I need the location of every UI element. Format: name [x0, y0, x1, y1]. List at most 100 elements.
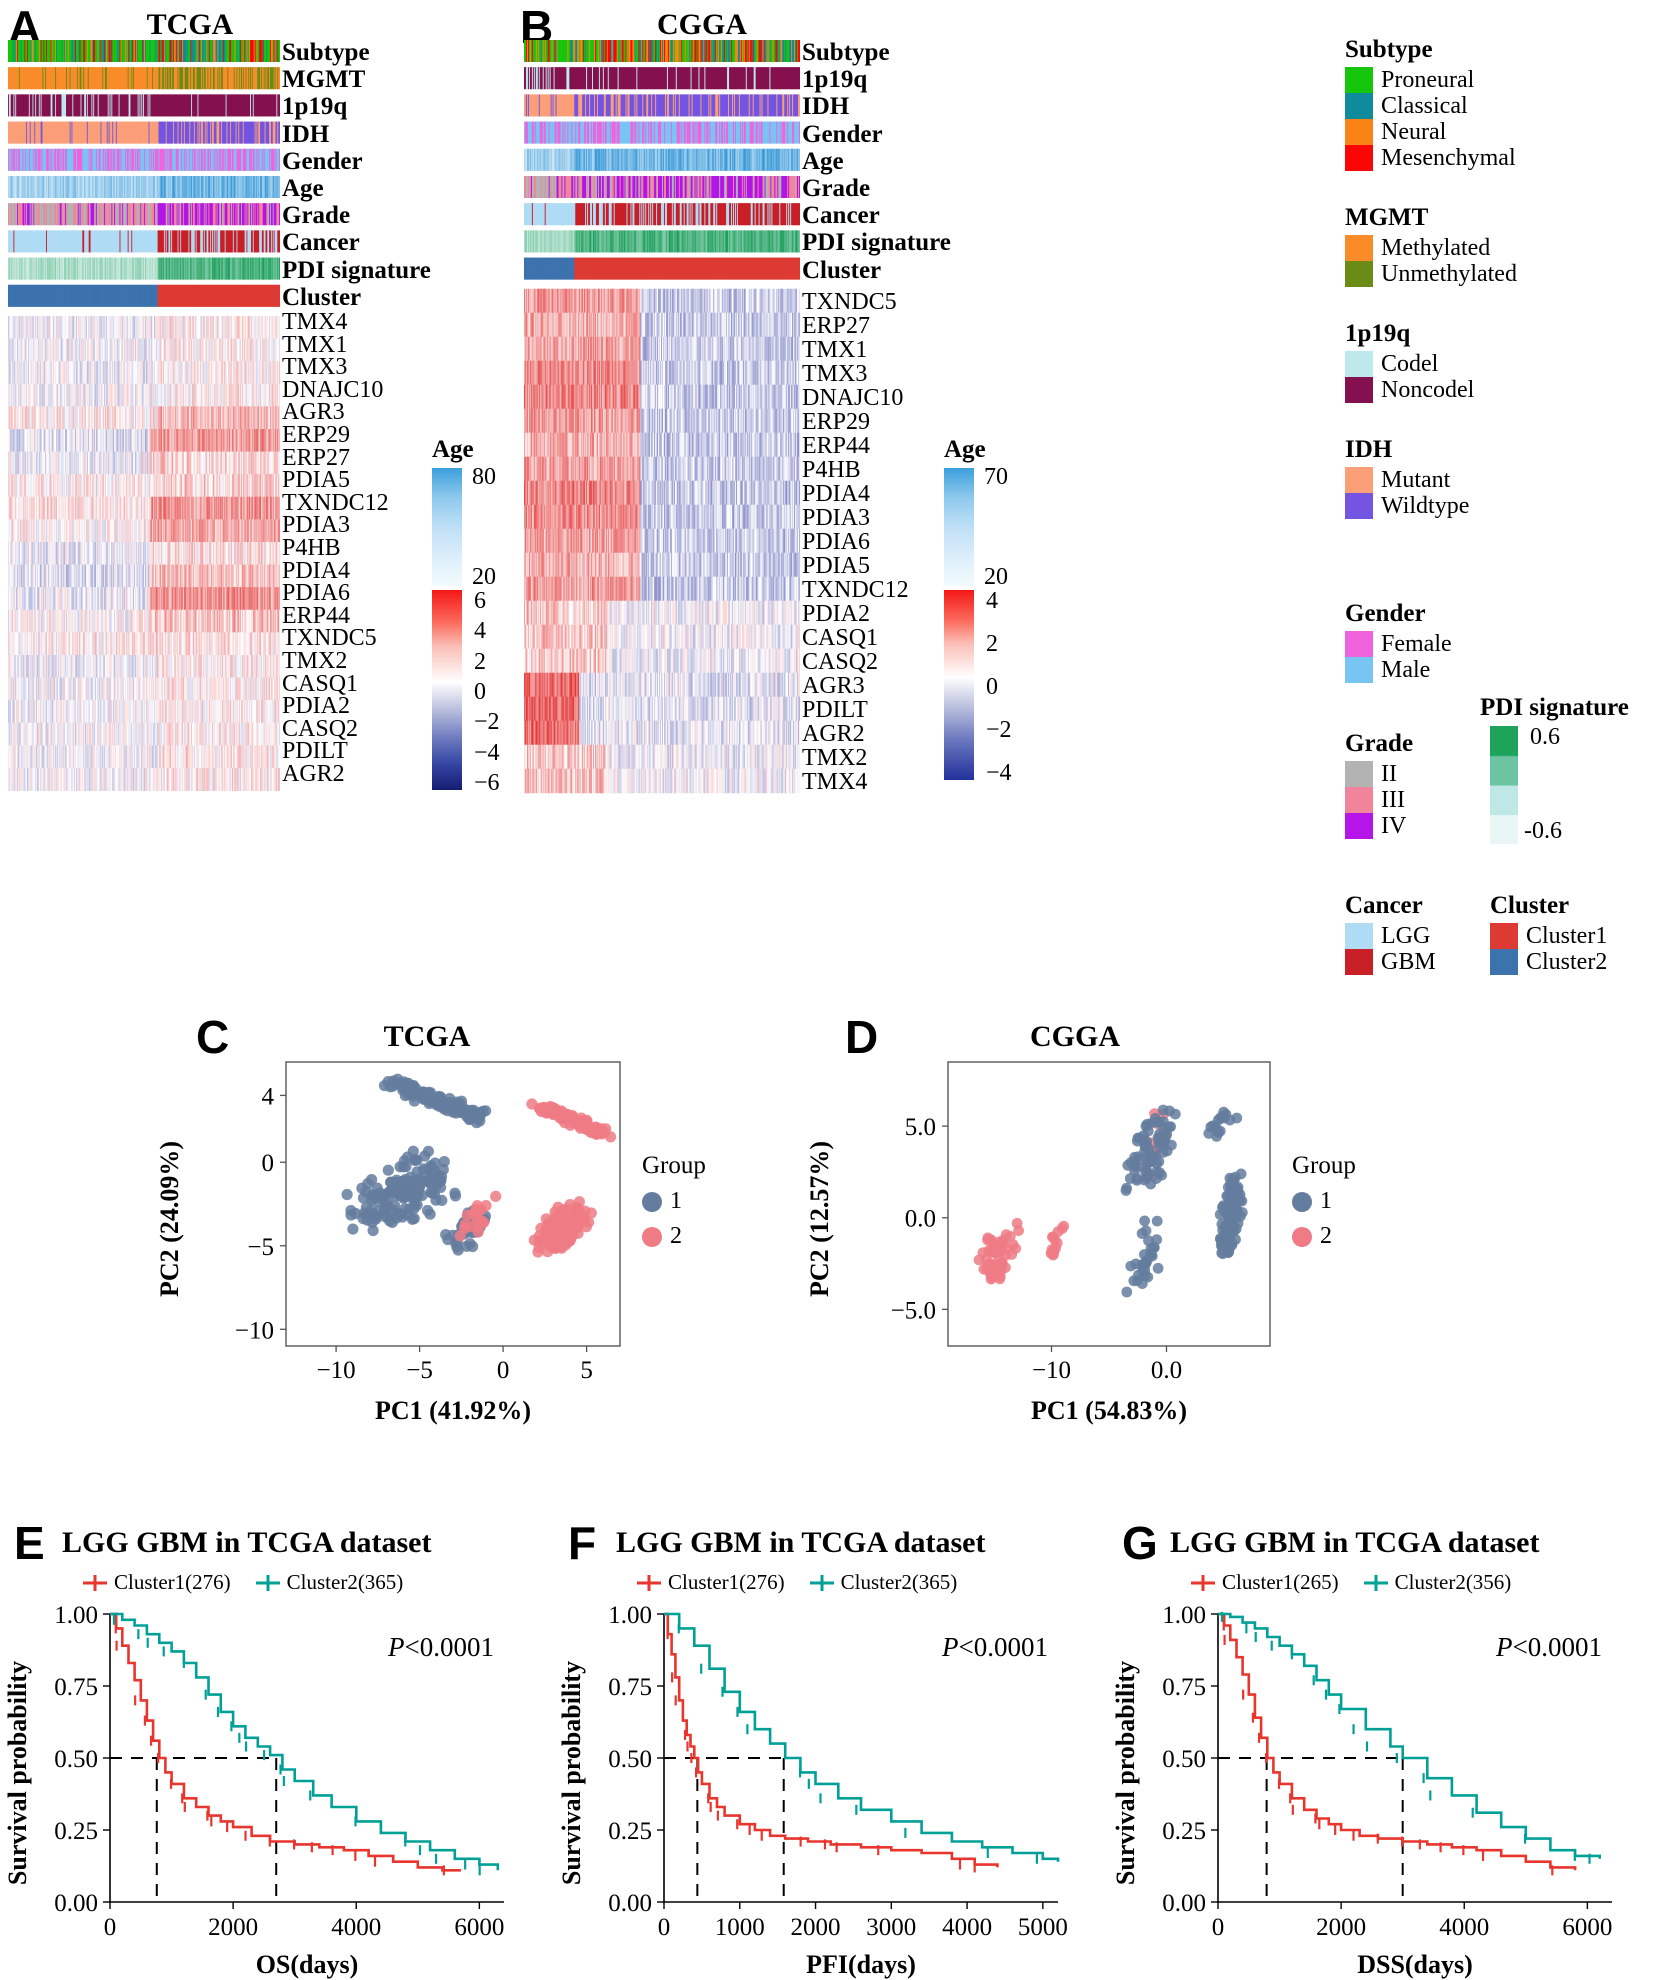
legend-pdi-signature: PDI signature 0.6 -0.6: [1490, 726, 1588, 844]
annotation-label: PDI signature: [802, 230, 951, 255]
gene-label: TMX1: [802, 338, 867, 362]
km-x-axis-label: DSS(days): [1218, 1950, 1612, 1980]
expression-tick: −6: [474, 770, 500, 797]
tcga-age-min: 20: [472, 564, 496, 591]
legend-item-label: Female: [1381, 632, 1452, 656]
km-legend-label: Cluster2(365): [287, 1570, 404, 1595]
legend-item: Mutant: [1345, 467, 1469, 493]
cgga-expression-legend: 420−2−4: [944, 590, 1044, 780]
legend-pdi-max: 0.6: [1530, 724, 1560, 751]
heatmap-canvas: [8, 40, 280, 793]
annotation-label: Cluster: [802, 258, 881, 283]
gene-label: PDIA3: [282, 513, 350, 537]
legend-item: Mesenchymal: [1345, 145, 1516, 171]
legend-item-label: Codel: [1381, 352, 1438, 376]
legend-item-label: Unmethylated: [1381, 262, 1517, 286]
km-x-axis-label: OS(days): [110, 1950, 504, 1980]
km-legend-label: Cluster1(276): [668, 1570, 785, 1595]
gene-label: TMX1: [282, 333, 347, 357]
legend-item: Wildtype: [1345, 493, 1469, 519]
legend-item: III: [1345, 787, 1413, 813]
legend-item: II: [1345, 761, 1413, 787]
gene-label: AGR3: [282, 400, 345, 424]
km-legend-item: Cluster2(365): [809, 1570, 958, 1595]
gene-label: CASQ2: [282, 717, 358, 741]
legend-swatch-icon: [1345, 813, 1373, 839]
km-legend-marker-icon: [809, 1573, 835, 1593]
pca-group-legend-item: 1: [1292, 1188, 1356, 1215]
legend-swatch-icon: [1345, 923, 1373, 949]
legend-swatch-icon: [1490, 949, 1518, 975]
pca-plot-cgga: −100.0−5.00.05.0PC2 (12.57%)PC1 (54.83%)…: [830, 1052, 1390, 1432]
tcga-expr-colorbar: [432, 590, 462, 790]
legend-item: Methylated: [1345, 235, 1517, 261]
km-legend-label: Cluster2(356): [1395, 1570, 1512, 1595]
km-pvalue: P<0.0001: [387, 1632, 494, 1662]
legend-swatch-icon: [1345, 145, 1373, 171]
legend-item: Proneural: [1345, 67, 1516, 93]
legend-mgmt-title: MGMT: [1345, 204, 1517, 232]
km-legend: Cluster1(265)Cluster2(356): [1190, 1570, 1511, 1595]
group-dot-icon: [1292, 1192, 1312, 1212]
pca-group-legend-title: Group: [642, 1152, 706, 1180]
expression-tick: 0: [474, 679, 486, 706]
gene-label: PDIA5: [282, 468, 350, 492]
pca-group-legend: Group12: [1292, 1152, 1356, 1250]
legend-swatch-icon: [1345, 493, 1373, 519]
tcga-age-legend: Age 80 20: [432, 436, 522, 586]
gene-label: DNAJC10: [802, 386, 903, 410]
pca-x-axis-label: PC1 (41.92%): [286, 1396, 620, 1426]
legend-grade-title: Grade: [1345, 730, 1413, 758]
km-legend: Cluster1(276) Cluster2(365): [636, 1570, 957, 1595]
legend-item: Classical: [1345, 93, 1516, 119]
gene-label: CASQ2: [802, 650, 878, 674]
legend-item-label: LGG: [1381, 924, 1430, 948]
gene-label: PDIA2: [282, 694, 350, 718]
gene-label: TMX2: [802, 746, 867, 770]
panel-f-title: LGG GBM in TCGA dataset: [616, 1526, 986, 1560]
legend-item: Female: [1345, 631, 1452, 657]
legend-swatch-icon: [1345, 67, 1373, 93]
gene-label: TMX4: [282, 310, 347, 334]
heatmap-canvas: [524, 40, 800, 795]
km-legend-marker-icon: [1363, 1573, 1389, 1593]
gene-label: PDIA4: [282, 559, 350, 583]
annotation-label: IDH: [282, 122, 329, 147]
pca-group-legend-label: 2: [1320, 1223, 1332, 1250]
group-dot-icon: [642, 1227, 662, 1247]
legend-item: Unmethylated: [1345, 261, 1517, 287]
annotation-label: Subtype: [282, 40, 370, 65]
gene-label: TMX3: [802, 362, 867, 386]
legend-item: GBM: [1345, 949, 1436, 975]
gene-label: AGR2: [282, 762, 345, 786]
legend-item-label: III: [1381, 788, 1405, 812]
pca-group-legend: Group12: [642, 1152, 706, 1250]
expression-tick: −4: [986, 760, 1012, 787]
expression-tick: 2: [986, 631, 998, 658]
legend-swatch-icon: [1345, 93, 1373, 119]
km-canvas: 0.000.250.500.751.0001000200030004000500…: [554, 1568, 1074, 1968]
expression-tick: 0: [986, 674, 998, 701]
pca-y-axis-label: PC2 (24.09%): [155, 1077, 185, 1361]
legend-swatch-icon: [1345, 787, 1373, 813]
legend-pdi-colorbar: [1490, 726, 1518, 844]
legend-swatch-icon: [1345, 261, 1373, 287]
annotation-label: Age: [802, 149, 844, 174]
annotation-label: Subtype: [802, 40, 890, 65]
expression-tick: −2: [474, 709, 500, 736]
gene-label: ERP29: [802, 410, 870, 434]
km-legend-label: Cluster1(276): [114, 1570, 231, 1595]
legend-item: LGG: [1345, 923, 1436, 949]
group-dot-icon: [642, 1192, 662, 1212]
annotation-label: Cancer: [282, 230, 360, 255]
legend-subtype-title: Subtype: [1345, 36, 1516, 64]
gene-label: CASQ1: [802, 626, 878, 650]
legend-swatch-icon: [1490, 923, 1518, 949]
cgga-age-max: 70: [984, 464, 1008, 491]
gene-label: TXNDC5: [282, 626, 377, 650]
legend-item-label: GBM: [1381, 950, 1436, 974]
km-legend-item: Cluster1(276): [82, 1570, 231, 1595]
cgga-age-legend: Age 70 20: [944, 436, 1034, 586]
km-plot-os: 0.000.250.500.751.000200040006000P<0.000…: [0, 1568, 520, 1968]
gene-label: PDIA4: [802, 482, 870, 506]
